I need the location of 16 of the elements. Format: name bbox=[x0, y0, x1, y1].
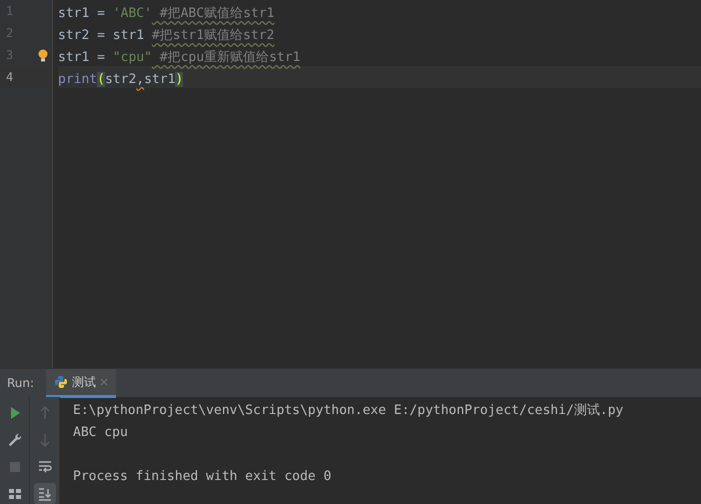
run-label: Run: bbox=[6, 375, 36, 392]
console-line: Process finished with exit code 0 bbox=[73, 468, 332, 486]
soft-wrap-icon bbox=[36, 458, 52, 475]
scroll-to-end-button[interactable] bbox=[34, 483, 56, 504]
lightbulb-icon[interactable] bbox=[38, 48, 48, 62]
console-line: ABC cpu bbox=[73, 424, 129, 442]
code-line: str2 = str1 #把str1赋值给str2 bbox=[58, 27, 274, 45]
code-line: str1 = "cpu" #把cpu重新赋值给str1 bbox=[58, 49, 300, 67]
code-line: print(str2,str1) bbox=[58, 72, 184, 89]
python-icon bbox=[54, 374, 68, 388]
run-tab[interactable]: 测试 bbox=[46, 368, 116, 398]
console-line: E:\pythonProject\venv\Scripts\python.exe E:/pythonProject/ceshi/测试.py bbox=[73, 402, 624, 420]
line-number: 4 bbox=[6, 70, 14, 84]
code-line: str1 = 'ABC' #把ABC赋值给str1 bbox=[58, 5, 274, 23]
scroll-to-end-icon bbox=[36, 486, 52, 502]
wrench-icon bbox=[6, 432, 22, 448]
